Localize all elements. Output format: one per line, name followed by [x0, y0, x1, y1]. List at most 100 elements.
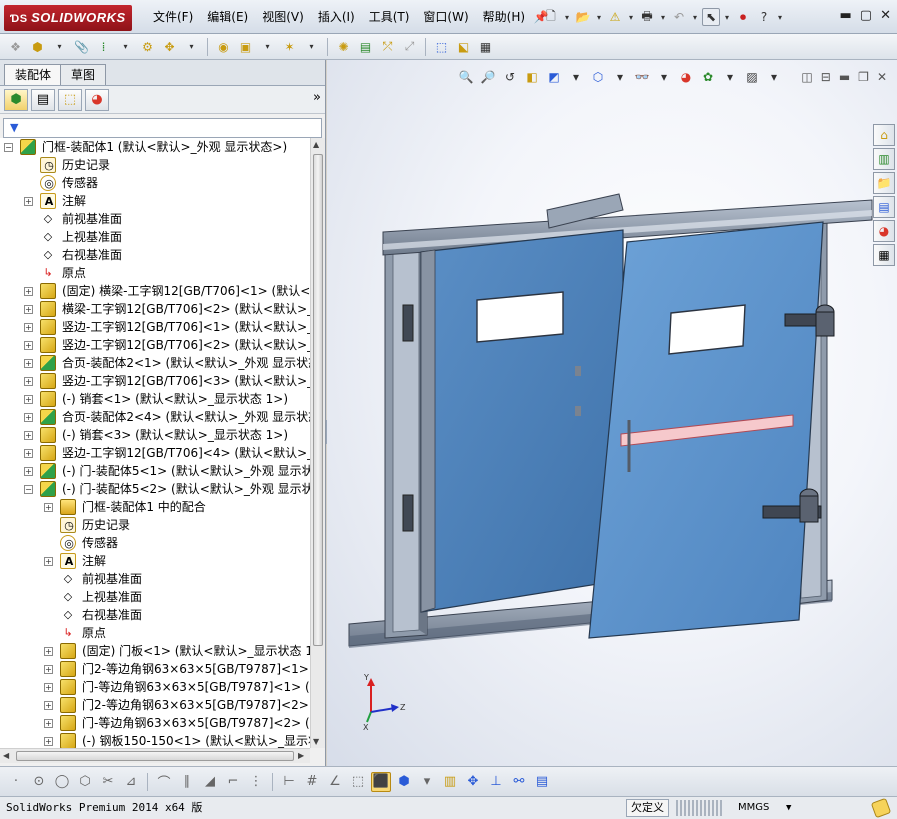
assembly-features-icon[interactable]: ▣ — [236, 37, 255, 56]
fillet-icon[interactable]: ⌒ — [154, 772, 174, 792]
unit-system-selector[interactable]: MMGS — [738, 797, 769, 819]
expand-icon[interactable]: + — [24, 305, 33, 314]
restore-icon[interactable]: ▢ — [860, 8, 872, 23]
measure-icon[interactable]: ⚯ — [509, 772, 529, 792]
extend-icon[interactable]: ⊿ — [121, 772, 141, 792]
expand-icon[interactable]: + — [24, 395, 33, 404]
left-hinge-upper[interactable] — [402, 304, 414, 342]
isometric-icon[interactable]: ▥ — [440, 772, 460, 792]
menu-tools[interactable]: 工具(T) — [362, 0, 417, 34]
offset-icon[interactable]: ∥ — [177, 772, 197, 792]
tree-item[interactable]: + (-) 销套<3> (默认<默认>_显示状态 1>) — [0, 426, 310, 444]
print-icon[interactable]: 🖶 — [638, 8, 656, 26]
tree-item[interactable]: ◇ 上视基准面 — [0, 228, 310, 246]
linear-pattern-icon[interactable]: ⁞ — [94, 37, 113, 56]
tree-item[interactable]: + 门-等边角钢63×63×5[GB/T9787]<1> (默认< — [0, 678, 310, 696]
tree-item[interactable]: ↳ 原点 — [0, 624, 310, 642]
tree-item[interactable]: ◇ 右视基准面 — [0, 246, 310, 264]
display-manager-tab-icon[interactable]: ◕ — [85, 88, 109, 111]
expand-icon[interactable]: + — [24, 467, 33, 476]
expand-icon[interactable]: + — [44, 683, 53, 692]
menu-insert[interactable]: 插入(I) — [311, 0, 362, 34]
unit-system-arrow[interactable]: ▼ — [786, 797, 791, 819]
dimension-icon[interactable]: ⊢ — [279, 772, 299, 792]
tree-item[interactable]: − 门框-装配体1 (默认<默认>_外观 显示状态>) — [0, 138, 310, 156]
expand-panel-icon[interactable]: » — [313, 90, 321, 105]
tree-item[interactable]: + (固定) 门板<1> (默认<默认>_显示状态 1>) — [0, 642, 310, 660]
expand-icon[interactable]: + — [44, 647, 53, 656]
tree-item[interactable]: ◷ 历史记录 — [0, 516, 310, 534]
clearance-verification-icon[interactable]: ⬕ — [454, 37, 473, 56]
scroll-right-icon[interactable]: ▶ — [298, 751, 304, 760]
expand-icon[interactable]: + — [24, 323, 33, 332]
tree-item[interactable]: + 门2-等边角钢63×63×5[GB/T9787]<2> (默认 — [0, 696, 310, 714]
tag-icon[interactable] — [870, 797, 892, 819]
tree-item[interactable]: + 竖边-工字钢12[GB/T706]<3> (默认<默认>_显示 — [0, 372, 310, 390]
chevron-down-icon[interactable]: ▾ — [659, 8, 667, 26]
tab-assembly[interactable]: 装配体 — [4, 64, 63, 85]
expand-icon[interactable]: + — [24, 449, 33, 458]
expand-icon[interactable]: + — [44, 737, 53, 746]
expand-icon[interactable]: + — [44, 719, 53, 728]
tree-item[interactable]: ◎ 传感器 — [0, 174, 310, 192]
scroll-up-icon[interactable]: ▲ — [313, 140, 319, 149]
property-manager-tab-icon[interactable]: ▤ — [31, 88, 55, 111]
tab-sketch[interactable]: 草图 — [60, 64, 107, 85]
select-cursor-icon[interactable]: ⬉ — [702, 8, 720, 26]
tree-item[interactable]: + 竖边-工字钢12[GB/T706]<2> (默认<默认>_显示 — [0, 336, 310, 354]
tree-item[interactable]: + (-) 销套<1> (默认<默认>_显示状态 1>) — [0, 390, 310, 408]
tree-item[interactable]: ◎ 传感器 — [0, 534, 310, 552]
chamfer-icon[interactable]: ◢ — [200, 772, 220, 792]
chevron-down-icon[interactable]: ▾ — [417, 772, 437, 792]
tree-item[interactable]: + 合页-装配体2<4> (默认<默认>_外观 显示状态>) — [0, 408, 310, 426]
open-folder-icon[interactable]: 📂 — [574, 8, 592, 26]
menu-help[interactable]: 帮助(H) — [476, 0, 532, 34]
component-icon[interactable]: ❖ — [6, 37, 25, 56]
menu-view[interactable]: 视图(V) — [255, 0, 311, 34]
chevron-down-icon[interactable]: ▾ — [776, 8, 784, 26]
tree-item[interactable]: + 门2-等边角钢63×63×5[GB/T9787]<1> (默认 — [0, 660, 310, 678]
hole-alignment-icon[interactable]: ▦ — [476, 37, 495, 56]
scroll-left-icon[interactable]: ◀ — [3, 751, 9, 760]
trim-icon[interactable]: ✂ — [98, 772, 118, 792]
collapse-icon[interactable]: − — [4, 143, 13, 152]
mirror-icon[interactable]: ⋮ — [246, 772, 266, 792]
menu-window[interactable]: 窗口(W) — [416, 0, 475, 34]
menu-edit[interactable]: 编辑(E) — [200, 0, 255, 34]
collapse-icon[interactable]: − — [24, 485, 33, 494]
tree-item[interactable]: + (-) 钢板150-150<1> (默认<默认>_显示状态 — [0, 732, 310, 748]
convert-entities-icon[interactable]: ⌐ — [223, 772, 243, 792]
scrollbar-thumb[interactable] — [313, 154, 323, 646]
tree-item[interactable]: ◇ 前视基准面 — [0, 210, 310, 228]
axis-icon[interactable]: ⊥ — [486, 772, 506, 792]
tree-item[interactable]: ◇ 右视基准面 — [0, 606, 310, 624]
circle-icon[interactable]: ◯ — [52, 772, 72, 792]
chevron-down-icon[interactable]: ▾ — [116, 37, 135, 56]
bill-of-materials-icon[interactable]: ▤ — [356, 37, 375, 56]
chevron-down-icon[interactable]: ▾ — [50, 37, 69, 56]
view-cube-icon[interactable]: ⬢ — [394, 772, 414, 792]
explode-line-sketch-icon[interactable]: ⤢ — [400, 37, 419, 56]
configuration-manager-tab-icon[interactable]: ⬚ — [58, 88, 82, 111]
chevron-down-icon[interactable]: ▾ — [595, 8, 603, 26]
chevron-down-icon[interactable]: ▾ — [302, 37, 321, 56]
tree-item[interactable]: + 合页-装配体2<1> (默认<默认>_外观 显示状态>) — [0, 354, 310, 372]
tree-item[interactable]: + (-) 门-装配体5<1> (默认<默认>_外观 显示状态 — [0, 462, 310, 480]
tree-item[interactable]: + A 注解 — [0, 552, 310, 570]
tree-item[interactable]: ◇ 前视基准面 — [0, 570, 310, 588]
menu-file[interactable]: 文件(F) — [146, 0, 200, 34]
tree-item[interactable]: + 横梁-工字钢12[GB/T706]<2> (默认<默认>_显示 — [0, 300, 310, 318]
chevron-down-icon[interactable]: ▾ — [627, 8, 635, 26]
expand-icon[interactable]: + — [44, 503, 53, 512]
expand-icon[interactable]: + — [24, 359, 33, 368]
expand-icon[interactable]: + — [24, 413, 33, 422]
angle-icon[interactable]: ∠ — [325, 772, 345, 792]
traffic-light-icon[interactable]: ⏺ — [734, 8, 752, 26]
expand-icon[interactable]: + — [24, 431, 33, 440]
expand-icon[interactable]: + — [24, 287, 33, 296]
expand-icon[interactable]: + — [44, 665, 53, 674]
rebuild-warning-icon[interactable]: ⚠ — [606, 8, 624, 26]
tree-item[interactable]: ◷ 历史记录 — [0, 156, 310, 174]
minimize-icon[interactable]: ▬ — [840, 8, 852, 23]
expand-icon[interactable]: + — [24, 341, 33, 350]
